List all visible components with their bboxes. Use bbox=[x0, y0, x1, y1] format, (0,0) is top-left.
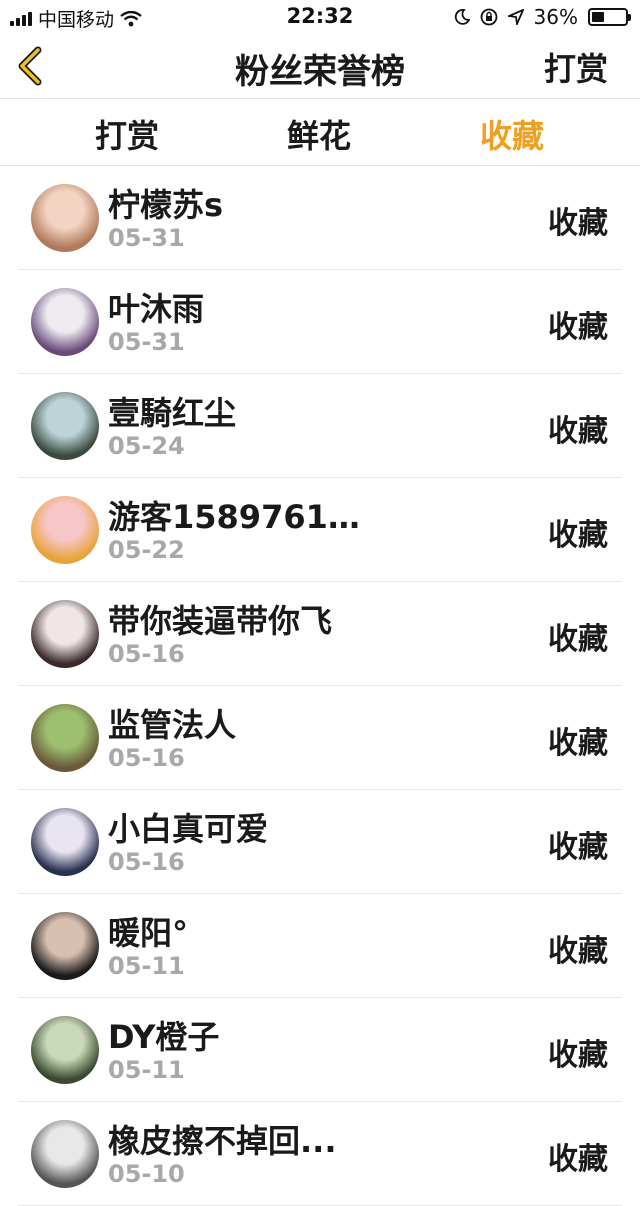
fan-name: 监管法人 bbox=[108, 706, 237, 744]
list-item[interactable]: 橡皮擦不掉回... 05-10 收藏 bbox=[0, 1102, 640, 1206]
fan-date: 05-11 bbox=[108, 1056, 185, 1084]
favorite-label: 收藏 bbox=[548, 726, 608, 761]
avatar[interactable] bbox=[31, 392, 99, 460]
favorite-label: 收藏 bbox=[548, 414, 608, 449]
fan-list: 柠檬苏s 05-31 收藏 叶沐雨 05-31 收藏 壹騎红尘 05-24 收藏 游客158976… bbox=[0, 166, 640, 1206]
status-bar: 中国移动 22:32 36% bbox=[0, 0, 640, 34]
rotation-lock-icon bbox=[480, 8, 497, 26]
tab-flowers[interactable]: 鲜花 bbox=[287, 111, 351, 157]
list-item[interactable]: 小白真可爱 05-16 收藏 bbox=[0, 790, 640, 894]
favorite-label: 收藏 bbox=[548, 934, 608, 969]
favorite-label: 收藏 bbox=[548, 518, 608, 553]
fan-name: 叶沐雨 bbox=[108, 290, 205, 328]
status-right: 36% bbox=[454, 5, 631, 29]
list-item[interactable]: 壹騎红尘 05-24 收藏 bbox=[0, 374, 640, 478]
fan-date: 05-24 bbox=[108, 432, 185, 460]
fan-date: 05-16 bbox=[108, 744, 185, 772]
fan-name: DY橙子 bbox=[108, 1018, 220, 1056]
favorite-label: 收藏 bbox=[548, 206, 608, 241]
reward-button[interactable]: 打赏 bbox=[544, 44, 608, 90]
list-item[interactable]: DY橙子 05-11 收藏 bbox=[0, 998, 640, 1102]
fan-date: 05-11 bbox=[108, 952, 185, 980]
fan-name: 壹騎红尘 bbox=[108, 394, 237, 432]
list-item[interactable]: 暖阳° 05-11 收藏 bbox=[0, 894, 640, 998]
tab-reward[interactable]: 打赏 bbox=[95, 111, 159, 157]
fan-date: 05-31 bbox=[108, 224, 185, 252]
list-item[interactable]: 游客15897615... 05-22 收藏 bbox=[0, 478, 640, 582]
moon-icon bbox=[454, 9, 470, 25]
fan-date: 05-22 bbox=[108, 536, 185, 564]
favorite-label: 收藏 bbox=[548, 1038, 608, 1073]
fan-name: 游客15897615... bbox=[108, 498, 368, 536]
avatar[interactable] bbox=[31, 184, 99, 252]
avatar[interactable] bbox=[31, 704, 99, 772]
fan-date: 05-31 bbox=[108, 328, 185, 356]
fan-date: 05-16 bbox=[108, 640, 185, 668]
avatar[interactable] bbox=[31, 600, 99, 668]
favorite-label: 收藏 bbox=[548, 622, 608, 657]
tab-favorites[interactable]: 收藏 bbox=[480, 111, 544, 157]
battery-icon bbox=[588, 8, 631, 26]
avatar[interactable] bbox=[31, 496, 99, 564]
fan-date: 05-10 bbox=[108, 1160, 185, 1188]
battery-percent: 36% bbox=[533, 5, 578, 29]
nav-bar: 粉丝荣誉榜 打赏 bbox=[0, 34, 640, 99]
avatar[interactable] bbox=[31, 912, 99, 980]
list-item[interactable]: 带你装逼带你飞 05-16 收藏 bbox=[0, 582, 640, 686]
avatar[interactable] bbox=[31, 288, 99, 356]
favorite-label: 收藏 bbox=[548, 310, 608, 345]
avatar[interactable] bbox=[31, 808, 99, 876]
avatar[interactable] bbox=[31, 1016, 99, 1084]
avatar[interactable] bbox=[31, 1120, 99, 1188]
list-item[interactable]: 柠檬苏s 05-31 收藏 bbox=[0, 166, 640, 270]
fan-name: 橡皮擦不掉回... bbox=[108, 1122, 337, 1160]
favorite-label: 收藏 bbox=[548, 1142, 608, 1177]
fan-date: 05-16 bbox=[108, 848, 185, 876]
fan-name: 柠檬苏s bbox=[108, 186, 224, 224]
tab-bar: 打赏 鲜花 收藏 bbox=[0, 99, 640, 166]
list-item[interactable]: 叶沐雨 05-31 收藏 bbox=[0, 270, 640, 374]
fan-name: 小白真可爱 bbox=[108, 810, 269, 848]
list-item[interactable]: 监管法人 05-16 收藏 bbox=[0, 686, 640, 790]
fan-name: 带你装逼带你飞 bbox=[108, 602, 333, 640]
location-icon bbox=[507, 9, 524, 25]
fan-name: 暖阳° bbox=[108, 914, 189, 952]
favorite-label: 收藏 bbox=[548, 830, 608, 865]
